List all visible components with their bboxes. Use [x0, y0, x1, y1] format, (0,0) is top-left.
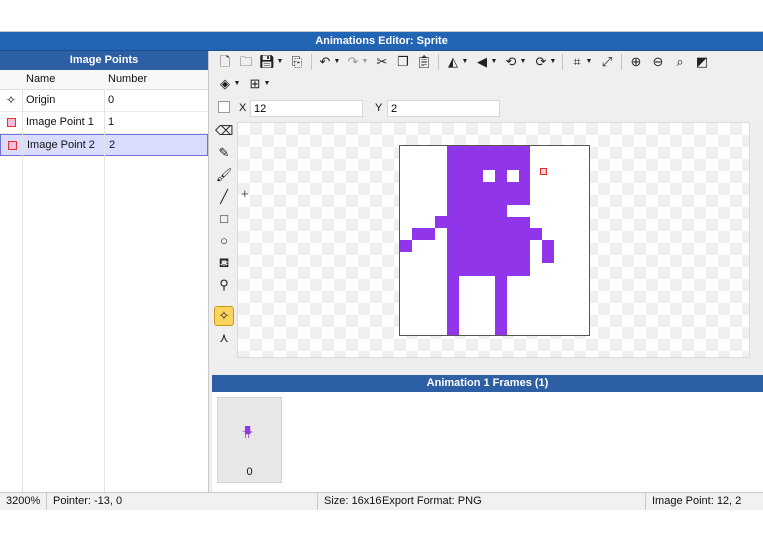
toggle-background-icon[interactable]: ◩: [693, 53, 711, 71]
sprite-mouth: [507, 205, 530, 217]
pointer-position: Pointer: -13, 0: [53, 495, 123, 507]
status-separator: [645, 493, 646, 510]
frames-header: Animation 1 Frames (1): [212, 375, 763, 392]
rectangle-icon[interactable]: □: [215, 210, 233, 228]
x-input[interactable]: [250, 100, 363, 117]
frames-strip: 0: [212, 392, 763, 492]
ellipse-icon[interactable]: ○: [215, 232, 233, 250]
column-header-name[interactable]: Name: [26, 73, 55, 85]
layers-icon[interactable]: ◈: [216, 75, 234, 93]
export-icon[interactable]: ⎘: [288, 53, 306, 71]
crosshair-cursor-icon: +: [241, 186, 249, 201]
zoom-out-icon[interactable]: ⊖: [649, 53, 667, 71]
flip-vertical-icon[interactable]: ◀: [473, 53, 491, 71]
pencil-icon[interactable]: ✎: [215, 144, 233, 162]
save-dropdown-caret[interactable]: ▼: [276, 53, 284, 71]
row-name: Image Point 2: [27, 139, 95, 151]
y-label: Y: [375, 102, 383, 114]
row-number: 1: [108, 116, 115, 128]
image-point-marker-icon[interactable]: [540, 168, 547, 175]
frame-number: 0: [246, 466, 253, 478]
row-name: Origin: [26, 94, 56, 106]
status-separator: [317, 493, 318, 510]
sprite-pixel: [412, 228, 435, 240]
grid-caret[interactable]: ▼: [263, 75, 271, 93]
cut-icon[interactable]: ✂: [373, 53, 391, 71]
coordinates-row: X Y: [212, 98, 763, 120]
redo-icon[interactable]: ↷: [344, 53, 362, 71]
image-points-panel: Image Points Name Number ✧ Origin 0 Imag…: [0, 51, 209, 492]
image-point-tool-icon[interactable]: ✧: [214, 306, 234, 326]
y-input[interactable]: [387, 100, 500, 117]
zoom-in-icon[interactable]: ⊕: [627, 53, 645, 71]
line-icon[interactable]: ╱: [215, 188, 233, 206]
crop-icon[interactable]: ⌗: [568, 53, 586, 71]
column-divider: [104, 89, 105, 492]
eraser-icon[interactable]: ⌫: [215, 122, 233, 140]
bone-tool-icon[interactable]: ⋏: [215, 329, 233, 347]
toolbar-separator: [621, 54, 622, 70]
zoom-level: 3200%: [6, 495, 41, 507]
row-number: 2: [109, 139, 116, 151]
rotate-right-caret[interactable]: ▼: [549, 53, 557, 71]
image-point-position: Image Point: 12, 2: [652, 495, 742, 507]
row-name: Image Point 1: [26, 116, 94, 128]
flip-horizontal-caret[interactable]: ▼: [461, 53, 469, 71]
flip-vertical-caret[interactable]: ▼: [490, 53, 498, 71]
rotate-left-icon[interactable]: ⟲: [502, 53, 520, 71]
undo-dropdown-caret[interactable]: ▼: [333, 53, 341, 71]
sprite-pixel: [400, 240, 412, 252]
column-header-number[interactable]: Number: [108, 73, 147, 85]
sprite-size: Size: 16x16: [324, 495, 382, 507]
x-label: X: [239, 102, 247, 114]
sprite-canvas[interactable]: +: [237, 122, 750, 358]
rotate-right-icon[interactable]: ⟳: [532, 53, 550, 71]
open-folder-icon[interactable]: 🗀: [237, 53, 255, 71]
brush-icon[interactable]: 🖌︎: [215, 166, 233, 184]
image-points-header: Image Points: [0, 51, 208, 70]
sprite-pixel: [530, 228, 542, 240]
sprite-pixel: [435, 216, 447, 228]
rotate-left-caret[interactable]: ▼: [519, 53, 527, 71]
status-separator: [46, 493, 47, 510]
drawing-tools-bar: ⌫ ✎ 🖌︎ ╱ □ ○ ⛾ ⚲ ✧ ⋏: [212, 120, 236, 360]
layers-caret[interactable]: ▼: [233, 75, 241, 93]
resize-icon[interactable]: ⤢: [598, 53, 616, 71]
crop-caret[interactable]: ▼: [585, 53, 593, 71]
sprite-left-leg: [447, 276, 459, 335]
new-file-icon[interactable]: 🗋: [216, 53, 234, 71]
toolbar-separator: [438, 54, 439, 70]
image-point-icon: [6, 139, 18, 151]
copy-icon[interactable]: ❐: [394, 53, 412, 71]
frame-thumbnail[interactable]: 0: [217, 397, 282, 483]
row-number: 0: [108, 94, 115, 106]
status-bar: 3200% Pointer: -13, 0 Size: 16x16 Export…: [0, 492, 763, 510]
column-divider: [22, 89, 23, 492]
origin-icon: ✧: [5, 93, 17, 107]
toolbar-separator: [311, 54, 312, 70]
sprite-frame[interactable]: [399, 145, 590, 336]
save-icon[interactable]: 💾︎: [258, 53, 276, 71]
redo-dropdown-caret[interactable]: ▼: [361, 53, 369, 71]
export-format: Export Format: PNG: [382, 495, 482, 507]
fill-bucket-icon[interactable]: ⛾: [215, 254, 233, 272]
column-header-row: Name Number: [0, 70, 208, 90]
main-toolbar: 🗋 🗀 💾︎ ▼ ⎘ ↶ ▼ ↷ ▼ ✂ ❐ 📋︎ ◭ ▼ ◀ ▼ ⟲ ▼ ⟳ …: [212, 51, 763, 97]
sprite-eye: [483, 170, 495, 182]
sprite-pixel: [542, 240, 554, 263]
flip-horizontal-icon[interactable]: ◭: [444, 53, 462, 71]
sprite-right-leg: [495, 276, 507, 335]
toolbar-separator: [562, 54, 563, 70]
frame-sprite-preview: [242, 426, 252, 438]
grid-icon[interactable]: ⊞: [246, 75, 264, 93]
checkbox-icon[interactable]: [218, 101, 230, 113]
sprite-eye: [507, 170, 519, 182]
zoom-reset-icon[interactable]: ⌕: [671, 53, 689, 71]
eyedropper-icon[interactable]: ⚲: [215, 276, 233, 294]
paste-icon[interactable]: 📋︎: [415, 53, 433, 71]
animations-editor-window: Animations Editor: Sprite Image Points N…: [0, 31, 763, 510]
window-title: Animations Editor: Sprite: [0, 32, 763, 51]
image-point-icon: [5, 116, 17, 128]
undo-icon[interactable]: ↶: [316, 53, 334, 71]
